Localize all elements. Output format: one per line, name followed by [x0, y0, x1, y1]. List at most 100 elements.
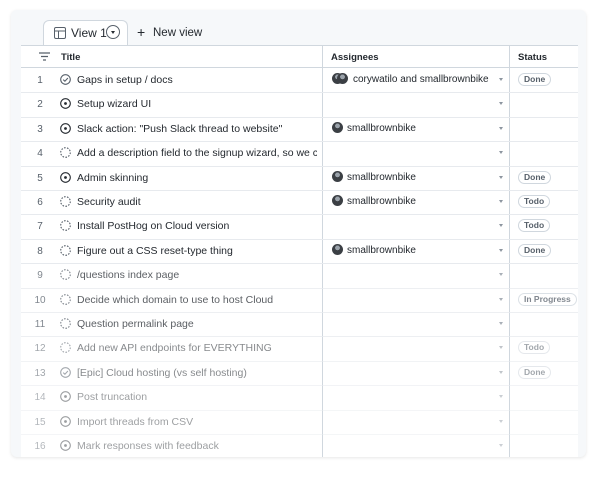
- table-row[interactable]: 3 Slack action: "Push Slack thread to web…: [21, 117, 578, 143]
- assignee-dropdown-chevron-icon[interactable]: [499, 322, 503, 325]
- table-row[interactable]: 10 Decide which domain to use to host Clo…: [21, 288, 578, 313]
- issue-closed-icon: [60, 366, 71, 378]
- assignee-dropdown-chevron-icon[interactable]: [499, 444, 503, 447]
- row-number: 9: [37, 270, 43, 282]
- row-number: 16: [34, 441, 46, 452]
- status-badge[interactable]: Done: [518, 243, 552, 257]
- issue-open-icon: [60, 122, 71, 134]
- avatar: [332, 121, 343, 133]
- draft-issue-icon: [60, 244, 71, 256]
- issue-title-link[interactable]: [Epic] Cloud hosting (vs self hosting): [77, 367, 317, 379]
- avatar: [332, 243, 343, 255]
- assignee-dropdown-chevron-icon[interactable]: [499, 346, 503, 350]
- assignee-dropdown-chevron-icon[interactable]: [499, 102, 503, 106]
- status-badge[interactable]: Todo: [518, 341, 551, 355]
- table-row[interactable]: 14 Post truncation: [21, 385, 578, 411]
- table-row[interactable]: 16 Mark responses with feedback: [21, 434, 578, 457]
- assignee-dropdown-chevron-icon[interactable]: [499, 419, 503, 423]
- issues-table: Title Assignees Status 1 Gaps in setup / …: [21, 45, 578, 457]
- issue-title-link[interactable]: Figure out a CSS reset-type thing: [77, 245, 317, 257]
- table-row[interactable]: 1 Gaps in setup / docs corywatilo and smal…: [21, 68, 578, 94]
- plus-icon: +: [137, 24, 146, 40]
- table-row[interactable]: 4 Add a description field to the signup w…: [21, 141, 578, 167]
- status-badge[interactable]: Done: [518, 170, 552, 184]
- assignee-dropdown-chevron-icon[interactable]: [499, 248, 503, 252]
- row-number: 14: [34, 392, 46, 404]
- row-number: 5: [37, 172, 43, 184]
- column-header-assignees[interactable]: Assignees: [331, 52, 379, 63]
- table-icon: [54, 27, 66, 39]
- issue-open-icon: [60, 98, 71, 110]
- issue-closed-icon: [60, 74, 71, 85]
- table-header: Title Assignees Status: [21, 46, 578, 68]
- assignee-dropdown-chevron-icon[interactable]: [499, 224, 503, 228]
- assignee-dropdown-chevron-icon[interactable]: [499, 273, 503, 277]
- issue-open-icon: [60, 440, 71, 451]
- table-row[interactable]: 13 [Epic] Cloud hosting (vs self hosting)…: [21, 361, 578, 387]
- issue-title-link[interactable]: Slack action: "Push Slack thread to webs…: [77, 123, 317, 135]
- table-row[interactable]: 2 Setup wizard UI: [21, 92, 578, 118]
- assignee-dropdown-chevron-icon[interactable]: [499, 370, 503, 374]
- row-number: 13: [34, 367, 46, 379]
- row-number: 7: [37, 221, 43, 233]
- draft-issue-icon: [60, 293, 71, 305]
- table-row[interactable]: 7 Install PostHog on Cloud version Todo: [21, 214, 578, 240]
- assignee-dropdown-chevron-icon[interactable]: [499, 78, 503, 81]
- column-header-status[interactable]: Status: [518, 52, 547, 63]
- assignee-dropdown-chevron-icon[interactable]: [499, 297, 503, 301]
- issue-title-link[interactable]: Gaps in setup / docs: [77, 74, 317, 86]
- row-number: 4: [37, 148, 43, 160]
- assignee-name[interactable]: smallbrownbike: [347, 196, 416, 207]
- table-row[interactable]: 9/questions index page: [21, 263, 578, 289]
- column-header-title[interactable]: Title: [61, 52, 80, 63]
- row-number: 2: [37, 99, 43, 111]
- assignee-dropdown-chevron-icon[interactable]: [499, 126, 503, 130]
- assignee-dropdown-chevron-icon[interactable]: [499, 175, 503, 179]
- status-badge[interactable]: Todo: [518, 219, 551, 233]
- tab-options-chevron-icon[interactable]: [106, 25, 120, 39]
- table-row[interactable]: 15 Import threads from CSV: [21, 410, 578, 435]
- row-menu-icon[interactable]: [39, 52, 50, 61]
- table-row[interactable]: 5 Admin skinning smallbrownbike Done: [21, 166, 578, 191]
- status-badge[interactable]: Todo: [518, 195, 551, 208]
- status-badge[interactable]: Done: [518, 73, 552, 86]
- issue-title-link[interactable]: Question permalink page: [77, 318, 317, 330]
- assignee-dropdown-chevron-icon[interactable]: [499, 151, 503, 155]
- assignee-dropdown-chevron-icon[interactable]: [499, 200, 503, 203]
- assignee-name[interactable]: smallbrownbike: [347, 123, 416, 134]
- issue-title-link[interactable]: Mark responses with feedback: [77, 440, 317, 452]
- new-view-label: New view: [153, 27, 203, 39]
- issue-open-icon: [60, 391, 71, 403]
- view-tab-bar: View 1 + New view: [11, 10, 586, 45]
- row-number: 8: [37, 245, 43, 257]
- assignee-name[interactable]: smallbrownbike: [347, 172, 416, 183]
- avatar: [337, 73, 348, 84]
- issue-title-link[interactable]: Install PostHog on Cloud version: [77, 220, 317, 232]
- issue-title-link[interactable]: Setup wizard UI: [77, 98, 317, 110]
- row-number: 10: [34, 294, 46, 306]
- issue-title-link[interactable]: Decide which domain to use to host Cloud: [77, 294, 317, 306]
- issue-title-link[interactable]: Import threads from CSV: [77, 416, 317, 428]
- issue-title-link[interactable]: Add a description field to the signup wi…: [77, 147, 317, 159]
- status-badge[interactable]: Done: [518, 365, 552, 379]
- draft-issue-icon: [60, 196, 71, 207]
- issue-title-link[interactable]: /questions index page: [77, 269, 317, 281]
- issue-title-link[interactable]: Admin skinning: [77, 172, 317, 184]
- row-number: 1: [37, 75, 43, 86]
- issue-title-link[interactable]: Security audit: [77, 196, 317, 208]
- avatar: [332, 170, 343, 182]
- table-row[interactable]: 6 Security audit smallbrownbike Todo: [21, 190, 578, 216]
- row-number: 6: [37, 197, 43, 208]
- issue-title-link[interactable]: Post truncation: [77, 391, 317, 403]
- issue-open-icon: [60, 171, 71, 183]
- assignee-name[interactable]: smallbrownbike: [347, 245, 416, 256]
- table-row[interactable]: 12 Add new API endpoints for EVERYTHING To…: [21, 336, 578, 362]
- assignee-name[interactable]: corywatilo and smallbrownbike: [353, 74, 489, 85]
- assignee-dropdown-chevron-icon[interactable]: [499, 395, 503, 399]
- tab-view-1[interactable]: View 1: [43, 20, 128, 45]
- row-number: 12: [34, 343, 46, 355]
- issue-title-link[interactable]: Add new API endpoints for EVERYTHING: [77, 342, 317, 354]
- table-row[interactable]: 11 Question permalink page: [21, 312, 578, 338]
- status-badge[interactable]: In Progress: [518, 292, 577, 306]
- table-row[interactable]: 8 Figure out a CSS reset-type thing smallb…: [21, 239, 578, 265]
